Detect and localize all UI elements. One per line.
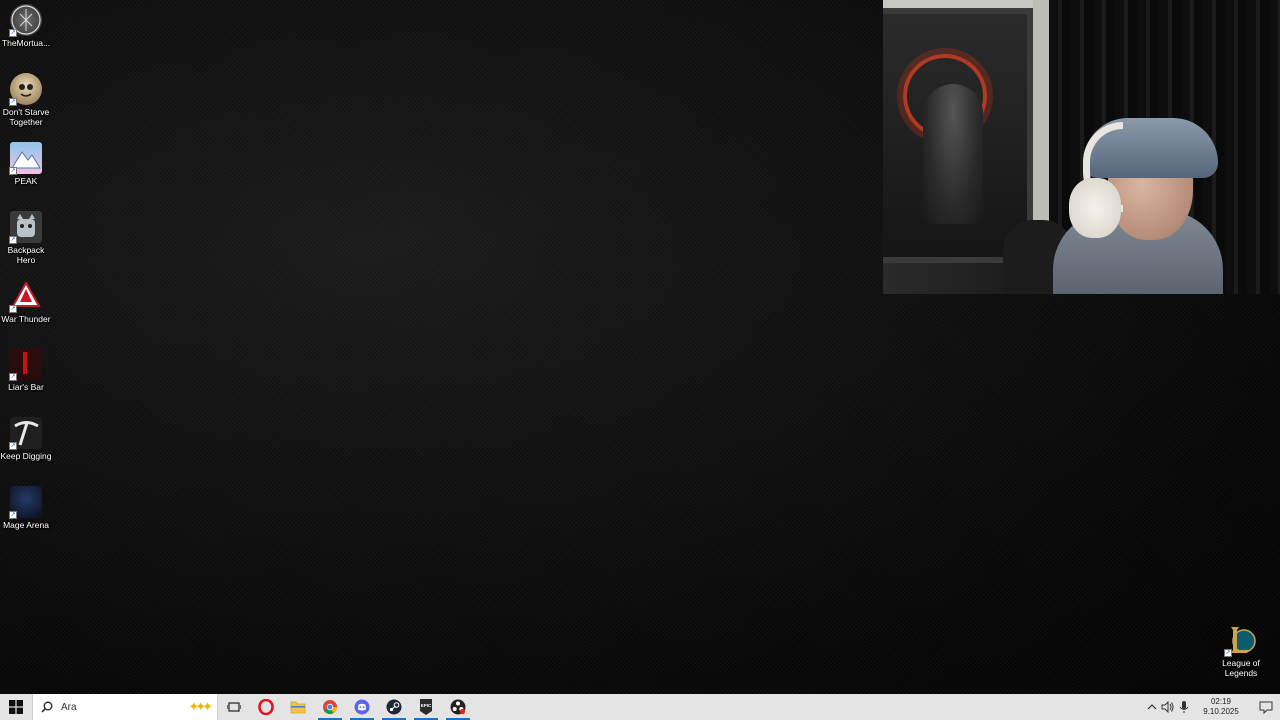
desktop-icon-mage-arena[interactable]: ↗ Mage Arena xyxy=(0,486,52,530)
desktop-icon-label: Don't Starve Together xyxy=(2,107,50,127)
search-input[interactable]: Ara ✦✦✦ xyxy=(32,694,218,720)
desktop-icon-label: League of Legends xyxy=(1222,658,1260,678)
backpack-hero-icon: ↗ xyxy=(9,211,42,244)
desktop-icon-dont-starve[interactable]: ↗ Don't Starve Together xyxy=(0,73,52,127)
desktop-icon-peak[interactable]: ↗ PEAK xyxy=(0,142,52,186)
desktop-icon-label: Keep Digging xyxy=(0,451,52,461)
taskbar-clock[interactable]: 02:19 9.10.2025 xyxy=(1196,697,1246,717)
discord-icon xyxy=(354,699,370,715)
desktop-icon-war-thunder[interactable]: ↗ War Thunder xyxy=(0,280,52,324)
desktop-icon-backpack-hero[interactable]: ↗ Backpack Hero xyxy=(0,211,52,265)
desktop-icon-mortuary[interactable]: ↗ TheMortua... xyxy=(0,4,52,48)
chrome-icon xyxy=(323,700,338,715)
desktop-icon-liars-bar[interactable]: ↗ Liar's Bar xyxy=(0,348,52,392)
steam-button[interactable] xyxy=(378,694,410,720)
epic-games-button[interactable]: EPIC xyxy=(410,694,442,720)
chrome-button[interactable] xyxy=(314,694,346,720)
windows-logo-icon xyxy=(9,700,23,714)
desktop-icon-keep-digging[interactable]: ↗ Keep Digging xyxy=(0,417,52,461)
search-placeholder: Ara xyxy=(61,701,77,713)
peak-icon: ↗ xyxy=(9,142,42,175)
file-explorer-button[interactable] xyxy=(282,694,314,720)
webcam-overlay xyxy=(883,0,1280,294)
folder-icon xyxy=(290,701,306,714)
search-icon xyxy=(41,701,53,713)
keep-digging-icon: ↗ xyxy=(9,417,42,450)
obs-button[interactable] xyxy=(442,694,474,720)
desktop: ↗ TheMortua... ↗ Don't Starve Together ↗… xyxy=(0,0,1280,694)
liars-bar-icon: ↗ xyxy=(9,348,42,381)
desktop-icon-label: TheMortua... xyxy=(1,38,51,48)
mage-arena-icon: ↗ xyxy=(9,486,42,519)
show-hidden-icons-chevron-icon[interactable] xyxy=(1144,694,1160,720)
opera-icon xyxy=(258,699,274,715)
desktop-icon-label: Mage Arena xyxy=(3,520,49,530)
steam-icon xyxy=(386,699,402,715)
taskbar: Ara ✦✦✦ EPIC 02:19 9.10.2025 xyxy=(0,694,1280,720)
desktop-icon-league-of-legends[interactable]: ↗ League of Legends xyxy=(1215,624,1267,678)
clock-time: 02:19 xyxy=(1210,697,1232,706)
discord-button[interactable] xyxy=(346,694,378,720)
microphone-icon[interactable] xyxy=(1176,694,1192,720)
task-view-icon xyxy=(227,702,241,712)
opera-button[interactable] xyxy=(250,694,282,720)
wall-poster xyxy=(883,8,1033,263)
volume-icon[interactable] xyxy=(1160,694,1176,720)
search-highlight-icon: ✦✦✦ xyxy=(188,699,213,714)
mortuary-assistant-icon: ↗ xyxy=(9,4,42,37)
league-of-legends-icon: ↗ xyxy=(1224,624,1257,657)
dont-starve-together-icon: ↗ xyxy=(9,73,42,106)
epic-games-icon: EPIC xyxy=(420,699,432,715)
desktop-icon-label: PEAK xyxy=(14,176,38,186)
desktop-icon-label: War Thunder xyxy=(1,314,51,324)
notification-icon xyxy=(1259,701,1273,714)
clock-date: 9.10.2025 xyxy=(1203,707,1239,716)
desktop-icon-label: Backpack Hero xyxy=(7,245,45,265)
war-thunder-icon: ↗ xyxy=(9,280,42,313)
svg-text:EPIC: EPIC xyxy=(421,703,432,708)
obs-icon xyxy=(450,699,466,715)
system-tray: 02:19 9.10.2025 xyxy=(1144,694,1280,720)
start-button[interactable] xyxy=(0,694,32,720)
task-view-button[interactable] xyxy=(218,694,250,720)
desktop-icon-label: Liar's Bar xyxy=(8,382,44,392)
notification-center-button[interactable] xyxy=(1252,694,1280,720)
